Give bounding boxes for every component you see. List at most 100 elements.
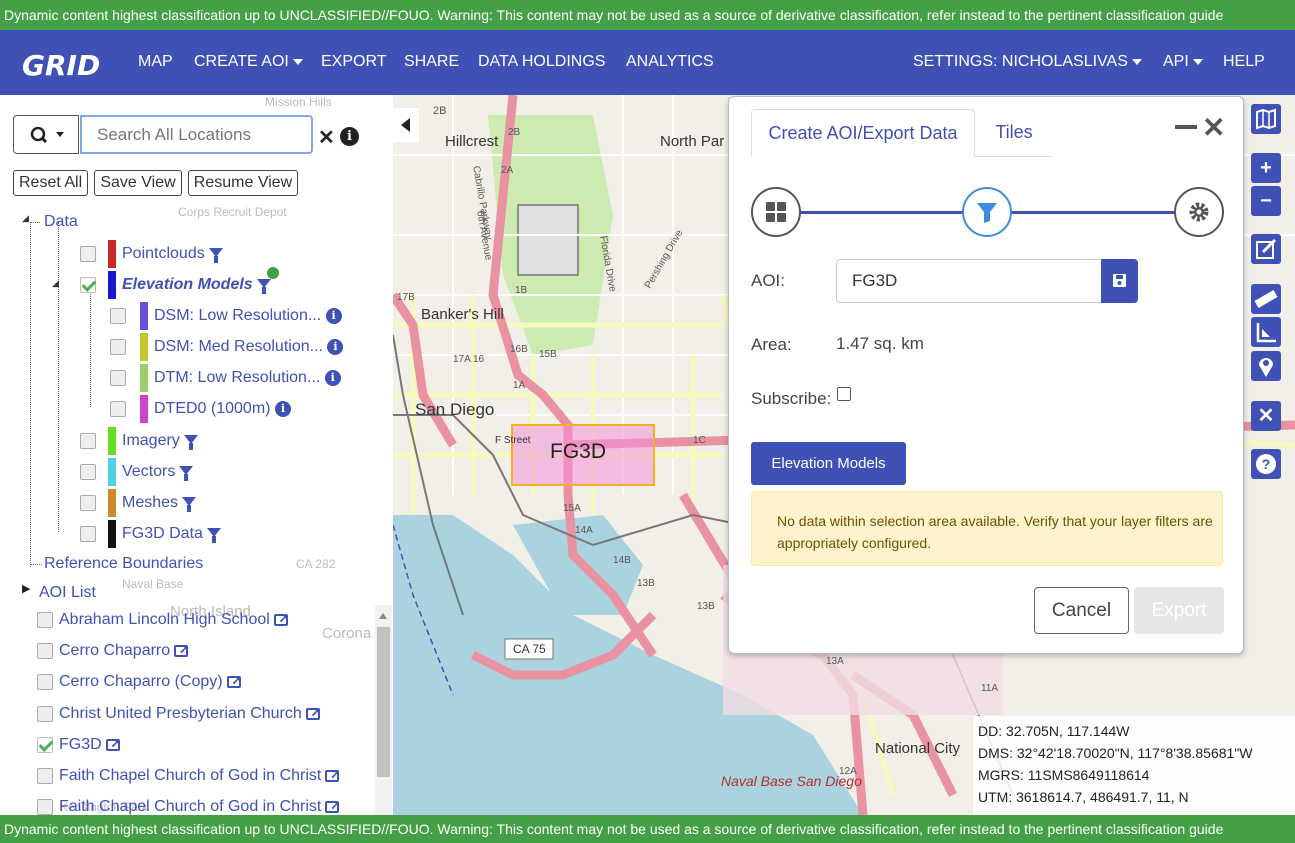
filter-icon[interactable] (208, 247, 223, 263)
clear-drawings-icon[interactable]: ✕ (1251, 401, 1281, 431)
reset-all-button[interactable]: Reset All (13, 170, 89, 196)
close-icon[interactable]: ✕ (1202, 111, 1225, 144)
search-info-icon[interactable]: i (340, 127, 359, 146)
vectors-checkbox[interactable] (80, 464, 96, 480)
filter-icon[interactable] (182, 496, 197, 512)
layer-elevation-models[interactable]: Elevation Models (80, 267, 283, 299)
layer-vectors[interactable]: Vectors (80, 458, 194, 486)
step-settings[interactable] (1174, 187, 1224, 237)
aoi-item[interactable]: Faith Chapel Church of God in Christ (37, 794, 340, 815)
layer-group-reference-boundaries[interactable]: Reference Boundaries (44, 552, 203, 576)
layer-pointclouds[interactable]: Pointclouds (80, 240, 223, 268)
external-link-icon[interactable] (325, 763, 340, 785)
nav-help[interactable]: HELP (1223, 53, 1265, 71)
marker-icon[interactable] (1251, 351, 1281, 381)
elevation-models-checkbox[interactable] (80, 277, 96, 293)
search-input[interactable] (80, 115, 313, 154)
elevation-models-button[interactable]: Elevation Models (751, 442, 906, 485)
tab-create-aoi-export[interactable]: Create AOI/Export Data (751, 109, 975, 157)
nav-map[interactable]: MAP (138, 53, 173, 71)
layer-imagery[interactable]: Imagery (80, 427, 198, 455)
layer-dsm-med[interactable]: DSM: Med Resolution... i (110, 333, 344, 361)
dted0-checkbox[interactable] (110, 401, 126, 417)
nav-api[interactable]: API (1163, 53, 1203, 71)
search-type-button[interactable] (13, 115, 79, 154)
nav-share[interactable]: SHARE (404, 53, 459, 71)
aoi-checkbox[interactable] (37, 767, 53, 784)
save-aoi-button[interactable] (1101, 259, 1138, 303)
nav-data-holdings[interactable]: DATA HOLDINGS (478, 53, 605, 71)
zoom-in-icon[interactable]: + (1251, 153, 1281, 183)
save-view-button[interactable]: Save View (94, 170, 182, 196)
imagery-checkbox[interactable] (80, 433, 96, 449)
nav-analytics[interactable]: ANALYTICS (626, 53, 714, 71)
aoi-list-scrollbar[interactable] (375, 605, 392, 815)
layer-fg3d-data[interactable]: FG3D Data (80, 520, 221, 548)
aoi-checkbox[interactable] (37, 798, 53, 815)
collapse-panel-button[interactable] (393, 108, 419, 142)
filter-icon[interactable] (183, 434, 198, 450)
aoi-list-header[interactable]: AOI List (39, 581, 96, 605)
info-icon[interactable]: i (327, 339, 344, 355)
export-button[interactable]: Export (1134, 587, 1224, 634)
info-icon[interactable]: i (325, 308, 342, 324)
aoi-item[interactable]: Cerro Chaparro (Copy) (37, 669, 242, 693)
filter-icon[interactable] (256, 278, 271, 294)
info-icon[interactable]: i (274, 401, 291, 417)
external-link-icon[interactable] (325, 794, 340, 815)
dsm-med-checkbox[interactable] (110, 339, 126, 355)
layer-dted0[interactable]: DTED0 (1000m) i (110, 395, 291, 423)
area-measure-icon[interactable] (1251, 317, 1281, 347)
aoi-item[interactable]: Faith Chapel Church of God in Christ (37, 763, 340, 787)
aoi-checkbox[interactable] (37, 673, 53, 690)
aoi-checkbox[interactable] (37, 642, 53, 659)
edit-icon[interactable] (1251, 234, 1281, 264)
nav-settings[interactable]: SETTINGS: NICHOLASLIVAS (913, 53, 1142, 71)
scroll-thumb[interactable] (377, 627, 390, 777)
fg3d-data-checkbox[interactable] (80, 526, 96, 542)
help-icon[interactable]: ? (1251, 449, 1281, 479)
grid-logo[interactable]: GRID (22, 49, 100, 82)
nav-create-aoi[interactable]: CREATE AOI (194, 53, 303, 71)
dsm-low-checkbox[interactable] (110, 308, 126, 324)
nav-export[interactable]: EXPORT (321, 53, 387, 71)
external-link-icon[interactable] (105, 732, 121, 754)
external-link-icon[interactable] (273, 607, 289, 629)
clear-search-icon[interactable]: ✕ (318, 125, 335, 150)
external-link-icon[interactable] (305, 701, 321, 723)
aoi-item[interactable]: FG3D (37, 732, 121, 756)
external-link-icon[interactable] (174, 638, 189, 660)
minimize-icon[interactable] (1175, 125, 1197, 129)
resume-view-button[interactable]: Resume View (187, 170, 299, 196)
filter-icon[interactable] (179, 465, 194, 481)
aoi-checkbox[interactable] (37, 736, 53, 753)
aoi-name-input[interactable]: FG3D (836, 259, 1102, 303)
dtm-low-checkbox[interactable] (110, 370, 126, 386)
layer-meshes[interactable]: Meshes (80, 489, 197, 517)
meshes-checkbox[interactable] (80, 495, 96, 511)
scroll-up-arrow-icon[interactable] (379, 613, 387, 619)
pointclouds-checkbox[interactable] (80, 246, 96, 262)
aoi-item[interactable]: Abraham Lincoln High School (37, 607, 289, 631)
cancel-button[interactable]: Cancel (1034, 587, 1129, 634)
layer-group-data[interactable]: Data (44, 210, 78, 234)
tab-tiles[interactable]: Tiles (975, 109, 1053, 157)
info-icon[interactable]: i (324, 370, 341, 386)
zoom-out-icon[interactable]: − (1251, 186, 1281, 216)
collapsed-triangle-icon[interactable]: ▶ (22, 582, 30, 595)
external-link-icon[interactable] (226, 669, 242, 691)
subscribe-checkbox[interactable] (837, 387, 851, 401)
aoi-item[interactable]: Christ United Presbyterian Church (37, 701, 321, 725)
aoi-checkbox[interactable] (37, 611, 53, 628)
expanded-triangle-icon[interactable]: ◢ (52, 278, 59, 289)
filter-icon[interactable] (206, 527, 221, 543)
aoi-checkbox[interactable] (37, 705, 53, 722)
aoi-item[interactable]: Cerro Chaparro (37, 638, 189, 662)
step-filter[interactable] (962, 187, 1012, 237)
ruler-icon[interactable] (1251, 284, 1281, 314)
expanded-triangle-icon[interactable]: ◢ (22, 213, 29, 224)
map-layers-icon[interactable] (1251, 104, 1281, 134)
step-grid[interactable] (751, 187, 801, 237)
layer-dtm-low[interactable]: DTM: Low Resolution... i (110, 364, 341, 392)
layer-dsm-low[interactable]: DSM: Low Resolution... i (110, 302, 342, 330)
